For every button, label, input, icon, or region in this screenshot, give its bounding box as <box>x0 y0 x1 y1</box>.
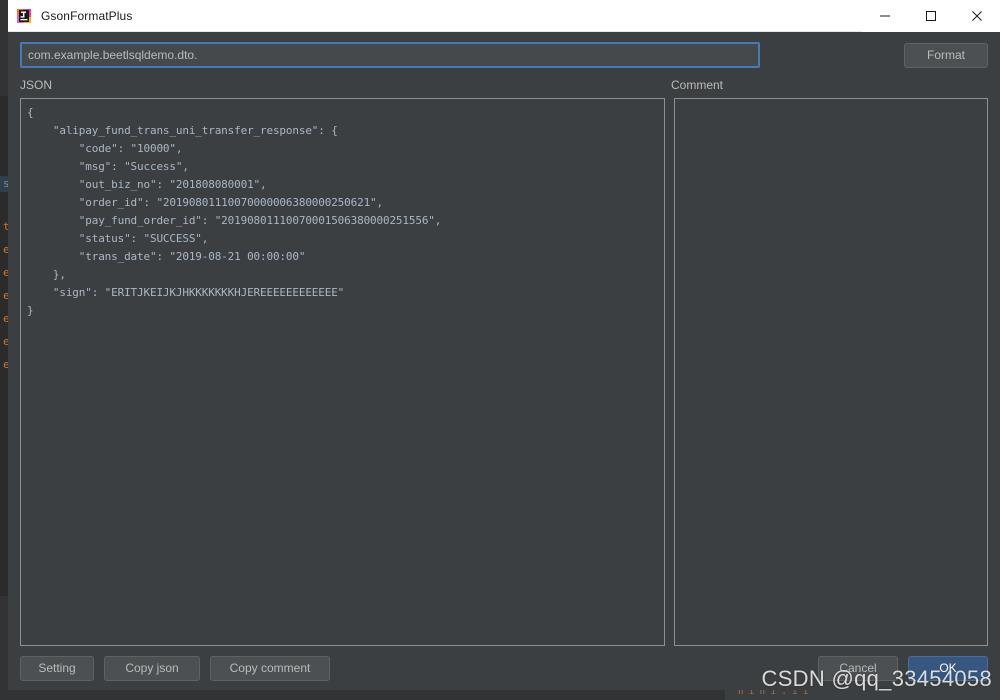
comment-editor-content[interactable] <box>675 99 987 104</box>
dialog-bottom-bar: Setting Copy json Copy comment Cancel OK <box>8 646 1000 690</box>
window-title: GsonFormatPlus <box>41 8 133 23</box>
intellij-plugin-icon <box>16 8 32 24</box>
ok-button[interactable]: OK <box>908 655 988 681</box>
gsonformatplus-dialog: GsonFormatPlus Format JSON Comment { "al… <box>8 0 1000 690</box>
comment-editor-panel[interactable] <box>674 98 988 646</box>
comment-panel-label: Comment <box>671 78 724 92</box>
json-editor-panel[interactable]: { "alipay_fund_trans_uni_transfer_respon… <box>20 98 665 646</box>
maximize-icon[interactable] <box>908 0 954 32</box>
copy-json-button[interactable]: Copy json <box>104 655 200 681</box>
window-controls <box>862 0 1000 32</box>
format-button[interactable]: Format <box>904 42 988 68</box>
copy-comment-button[interactable]: Copy comment <box>210 655 330 681</box>
close-icon[interactable] <box>954 0 1000 32</box>
json-panel-label: JSON <box>20 78 53 92</box>
setting-button[interactable]: Setting <box>20 655 94 681</box>
editor-panels: { "alipay_fund_trans_uni_transfer_respon… <box>8 98 1000 646</box>
dialog-action-buttons: Cancel OK <box>818 655 988 681</box>
json-editor-content[interactable]: { "alipay_fund_trans_uni_transfer_respon… <box>21 99 664 320</box>
package-path-input[interactable] <box>20 42 760 68</box>
minimize-icon[interactable] <box>862 0 908 32</box>
panel-labels-row: JSON Comment <box>8 78 1000 98</box>
toolbar-row: Format <box>8 32 1000 78</box>
title-bar: GsonFormatPlus <box>8 0 1000 32</box>
cancel-button[interactable]: Cancel <box>818 655 898 681</box>
